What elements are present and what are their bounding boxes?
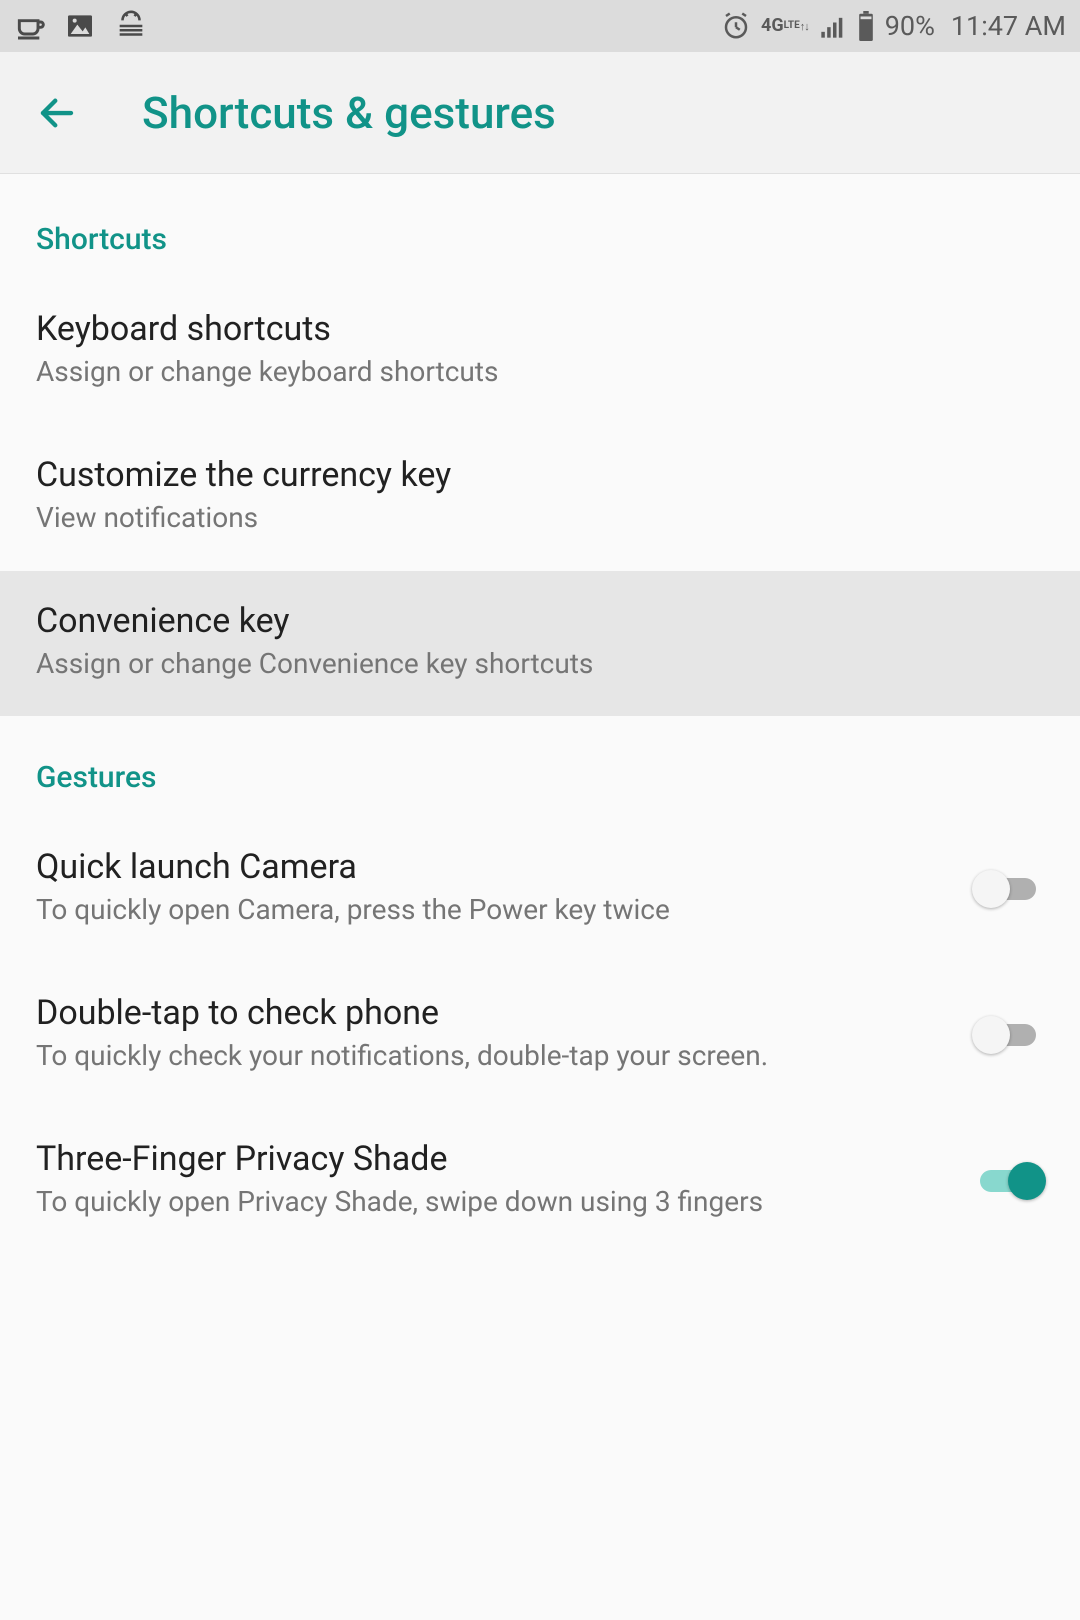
setting-subtitle: To quickly check your notifications, dou… (36, 1037, 952, 1075)
setting-subtitle: To quickly open Camera, press the Power … (36, 891, 952, 929)
keyboard-shortcuts-item[interactable]: Keyboard shortcuts Assign or change keyb… (0, 279, 1080, 425)
battery-icon (857, 11, 875, 41)
customize-currency-key-item[interactable]: Customize the currency key View notifica… (0, 425, 1080, 571)
setting-title: Quick launch Camera (36, 847, 952, 887)
setting-subtitle: Assign or change keyboard shortcuts (36, 353, 1044, 391)
setting-subtitle: Assign or change Convenience key shortcu… (36, 645, 1044, 683)
page-title: Shortcuts & gestures (142, 87, 556, 139)
back-button[interactable] (34, 90, 80, 136)
coffee-icon (14, 10, 46, 42)
gestures-section-header: Gestures (0, 716, 1080, 817)
quick-launch-camera-item[interactable]: Quick launch Camera To quickly open Came… (0, 817, 1080, 963)
network-label: 4G (761, 17, 784, 35)
image-icon (64, 10, 96, 42)
signal-icon (819, 12, 847, 40)
setting-subtitle: View notifications (36, 499, 1044, 537)
setting-title: Three-Finger Privacy Shade (36, 1139, 952, 1179)
clock-time: 11:47 AM (951, 10, 1066, 42)
three-finger-privacy-shade-item[interactable]: Three-Finger Privacy Shade To quickly op… (0, 1109, 1080, 1255)
setting-subtitle: To quickly open Privacy Shade, swipe dow… (36, 1183, 952, 1221)
status-bar: 4GLTE ↑↓ 90% 11:47 AM (0, 0, 1080, 52)
double-tap-switch[interactable] (972, 1012, 1044, 1056)
android-debug-icon (114, 9, 148, 43)
privacy-shade-switch[interactable] (972, 1158, 1044, 1202)
shortcuts-section-header: Shortcuts (0, 174, 1080, 279)
setting-title: Double-tap to check phone (36, 993, 952, 1033)
setting-title: Convenience key (36, 601, 1044, 641)
setting-title: Keyboard shortcuts (36, 309, 1044, 349)
settings-content: Shortcuts Keyboard shortcuts Assign or c… (0, 174, 1080, 1255)
convenience-key-item[interactable]: Convenience key Assign or change Conveni… (0, 571, 1080, 717)
alarm-icon (721, 11, 751, 41)
setting-title: Customize the currency key (36, 455, 1044, 495)
app-bar: Shortcuts & gestures (0, 52, 1080, 174)
battery-percent: 90% (885, 10, 935, 42)
status-right: 4GLTE ↑↓ 90% 11:47 AM (721, 10, 1066, 42)
quick-launch-camera-switch[interactable] (972, 866, 1044, 910)
network-4g-icon: 4GLTE ↑↓ (761, 17, 809, 35)
double-tap-check-phone-item[interactable]: Double-tap to check phone To quickly che… (0, 963, 1080, 1109)
status-left-icons (14, 9, 148, 43)
